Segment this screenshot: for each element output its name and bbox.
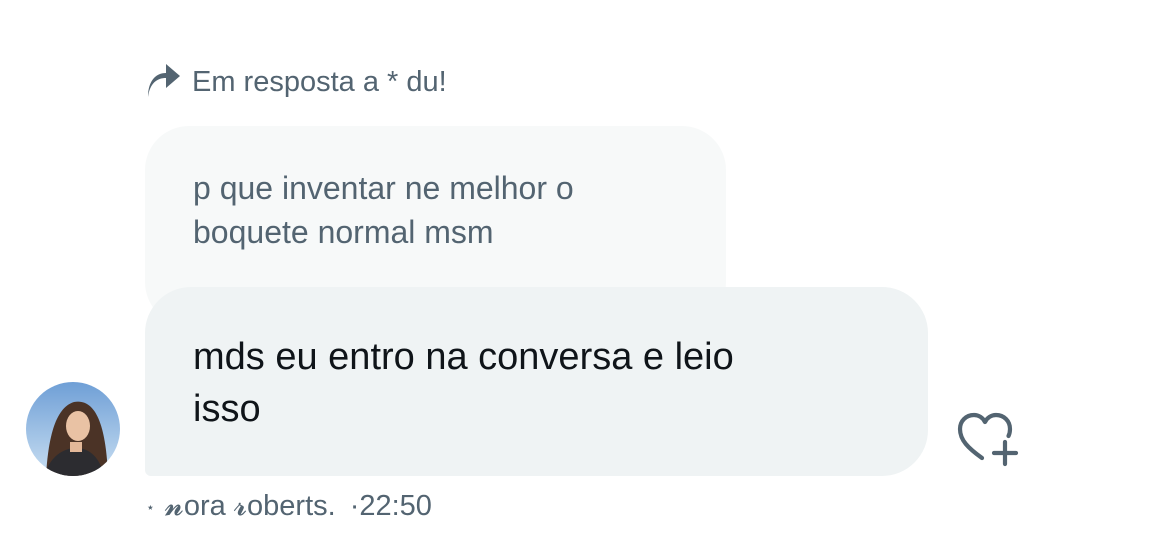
sender-name[interactable]: 𝓷ora 𝓻oberts. — [165, 490, 336, 523]
add-reaction-button[interactable] — [956, 410, 1020, 470]
message-meta: ⋆ 𝓷ora 𝓻oberts. ·22:50 — [146, 486, 432, 526]
quoted-message-line: boquete normal msm — [193, 214, 494, 250]
message-text-line: isso — [193, 388, 261, 430]
heart-add-icon — [957, 412, 1019, 467]
sender-prefix: ⋆ — [146, 498, 155, 515]
quoted-message-line: p que inventar ne melhor o — [193, 170, 574, 206]
reply-arrow-icon — [146, 64, 182, 100]
message-timestamp: ·22:50 — [349, 489, 432, 522]
avatar[interactable] — [26, 382, 120, 476]
message-bubble[interactable]: mds eu entro na conversa e leio isso — [145, 287, 928, 476]
reply-label: Em resposta a * du! — [192, 65, 447, 98]
message-text-line: mds eu entro na conversa e leio — [193, 336, 734, 378]
reply-context[interactable]: Em resposta a * du! — [146, 62, 447, 102]
